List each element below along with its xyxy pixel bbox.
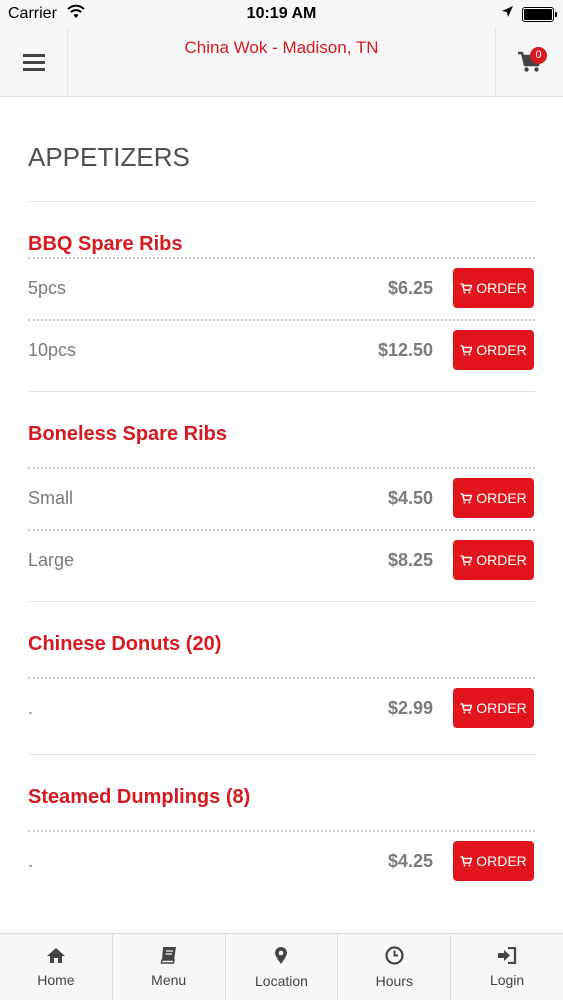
option-price: $6.25 [387,278,433,298]
option-price: $2.99 [387,698,433,718]
order-button-label: ORDER [476,700,527,716]
tab-label: Login [489,971,525,988]
status-time: 10:19 AM [246,5,317,22]
menu-item: Boneless Spare Ribs Small $4.50 ORDER La… [28,392,535,602]
menu-option-row: 10pcs $12.50 ORDER [28,321,535,381]
tab-label: Menu [151,972,187,988]
hamburger-icon [22,54,45,71]
home-icon [46,947,65,963]
menu-item: BBQ Spare Ribs 5pcs $6.25 ORDER 10pcs $1… [28,202,535,392]
order-button[interactable]: ORDER [453,688,534,728]
location-arrow-icon [500,4,514,25]
option-price: $4.50 [387,488,433,508]
order-button[interactable]: ORDER [453,841,534,881]
tab-hours[interactable]: Hours [338,934,452,1000]
tab-location[interactable]: Location [226,934,339,1000]
order-button-label: ORDER [476,552,527,568]
menu-option-row: . $2.99 ORDER [28,679,535,739]
menu-content: APPETIZERS BBQ Spare Ribs 5pcs $6.25 ORD… [28,97,535,892]
menu-item: Steamed Dumplings (8) . $4.25 ORDER [28,755,535,892]
tab-login[interactable]: Login [451,934,563,1000]
status-bar: Carrier 10:19 AM [0,0,563,28]
cart-button[interactable]: 0 [495,28,563,96]
login-icon [498,946,517,964]
menu-option-row: 5pcs $6.25 ORDER [28,259,535,319]
app-header: China Wok - Madison, TN 0 [0,28,563,97]
menu-option-row: Large $8.25 ORDER [28,531,535,591]
menu-item-name: Boneless Spare Ribs [28,423,227,445]
order-button[interactable]: ORDER [453,330,534,370]
cart-plus-icon [460,702,473,713]
order-button[interactable]: ORDER [453,540,534,580]
order-button-label: ORDER [476,490,527,506]
menu-item-name: BBQ Spare Ribs [28,233,183,255]
cart-count-badge: 0 [530,47,547,64]
clock-icon [385,945,404,965]
cart-plus-icon [460,855,473,866]
menu-item: Chinese Donuts (20) . $2.99 ORDER [28,602,535,755]
menu-item-name: Chinese Donuts (20) [28,633,222,655]
order-button[interactable]: ORDER [453,478,534,518]
book-icon [160,947,176,964]
cart-plus-icon [460,554,473,565]
order-button-label: ORDER [476,853,527,869]
map-pin-icon [275,946,288,964]
option-size: . [28,698,34,718]
tab-label: Location [255,972,308,989]
option-size: Large [28,550,75,570]
tab-label: Hours [375,972,413,989]
tab-label: Home [37,971,75,988]
order-button-label: ORDER [476,280,527,296]
order-button-label: ORDER [476,342,527,358]
menu-item-name: Steamed Dumplings (8) [28,786,251,808]
battery-icon [522,7,557,22]
order-button[interactable]: ORDER [453,268,534,308]
option-price: $4.25 [387,851,433,871]
cart-plus-icon [460,282,473,293]
option-size: 10pcs [28,340,77,360]
option-size: 5pcs [28,278,67,298]
bottom-tab-bar: Home Menu Location Hours Login [0,933,563,1000]
menu-option-row: Small $4.50 ORDER [28,469,535,529]
hamburger-menu-button[interactable] [0,28,68,96]
option-size: Small [28,488,74,508]
cart-plus-icon [460,344,473,355]
restaurant-title: China Wok - Madison, TN [184,38,379,57]
section-title: APPETIZERS [28,142,190,172]
tab-home[interactable]: Home [0,934,113,1000]
cart-plus-icon [460,492,473,503]
menu-option-row: . $4.25 ORDER [28,832,535,892]
option-price: $12.50 [377,340,433,360]
tab-menu[interactable]: Menu [113,934,226,1000]
option-price: $8.25 [387,550,433,570]
option-size: . [28,851,34,871]
